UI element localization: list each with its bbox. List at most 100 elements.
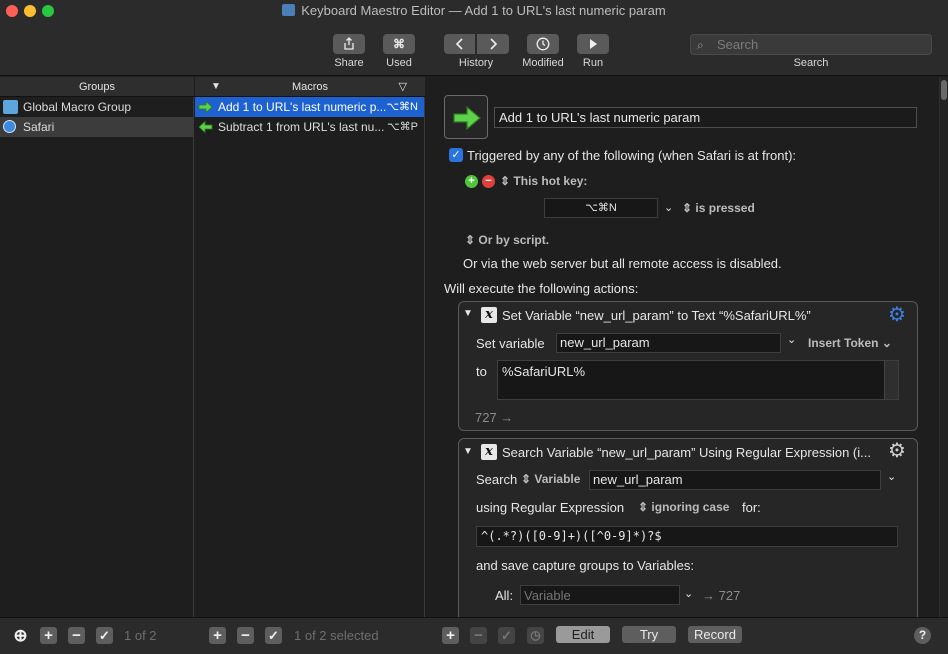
action2-title: Search Variable “new_url_param” Using Re… xyxy=(502,445,871,460)
macro-icon-well[interactable] xyxy=(444,95,488,139)
updown-chevron-icon: ⇕ xyxy=(521,472,532,486)
action2-footer: → 727 xyxy=(702,588,741,603)
app-document-icon xyxy=(282,4,296,16)
add-trigger-button[interactable]: + xyxy=(465,175,478,188)
updown-chevron-icon: ⇕ xyxy=(682,201,693,215)
crosshair-gear-icon[interactable]: ⊕ xyxy=(12,627,29,644)
all-variable-field[interactable] xyxy=(520,585,680,605)
remove-group-button[interactable]: − xyxy=(68,627,85,644)
regex-field[interactable]: ^(.*?)([0-9]+)([^0-9]*)?$ xyxy=(476,526,898,547)
trigger-checkbox[interactable]: ✓ xyxy=(449,148,463,162)
remove-macro-button[interactable]: − xyxy=(237,627,254,644)
search-variable-name-field[interactable]: new_url_param xyxy=(589,470,881,490)
right-arrow-icon xyxy=(198,100,213,114)
all-label: All: xyxy=(495,588,514,603)
help-button[interactable]: ? xyxy=(914,627,931,644)
search-icon: ⌕ xyxy=(697,38,704,52)
macros-list: Add 1 to URL's last numeric p... ⌥⌘N Sub… xyxy=(195,97,425,617)
hotkey-state-label: is pressed xyxy=(695,201,755,215)
disclosure-triangle-icon[interactable]: ▼ xyxy=(463,308,473,319)
add-group-button[interactable]: + xyxy=(40,627,57,644)
history-forward-button[interactable] xyxy=(477,34,509,54)
right-arrow-icon xyxy=(453,105,481,131)
used-button[interactable]: ⌘ xyxy=(383,34,415,54)
window-title: Keyboard Maestro Editor — Add 1 to URL's… xyxy=(0,3,948,18)
macros-header: ▼ Macros ▽ xyxy=(195,77,425,97)
action1-footer: 727 → xyxy=(475,410,514,425)
hotkey-state-popup[interactable]: ⇕ is pressed xyxy=(682,201,755,215)
save-groups-label: and save capture groups to Variables: xyxy=(476,558,695,573)
edit-button[interactable]: Edit xyxy=(556,626,610,643)
chevron-down-icon[interactable]: ⌄ xyxy=(787,333,796,346)
record-button[interactable]: Record xyxy=(688,626,742,643)
modified-button[interactable] xyxy=(527,34,559,54)
editor-scrollbar[interactable] xyxy=(939,77,948,617)
share-icon xyxy=(344,37,354,50)
enable-action-checkbox[interactable]: ✓ xyxy=(498,627,515,644)
history-back-button[interactable] xyxy=(444,34,475,54)
chevron-down-icon: ⌄ xyxy=(881,336,892,350)
clock-icon[interactable]: ◷ xyxy=(527,627,544,644)
or-by-script-popup[interactable]: ⇕ Or by script. xyxy=(465,233,549,247)
group-item-label: Global Macro Group xyxy=(23,100,132,114)
chevron-left-icon xyxy=(455,38,463,50)
variable-type-popup[interactable]: ⇕ Variable xyxy=(521,472,580,486)
macro-shortcut: ⌥⌘N xyxy=(386,101,418,113)
used-label: Used xyxy=(386,57,412,69)
macro-name-field[interactable]: Add 1 to URL's last numeric param xyxy=(494,107,917,128)
add-macro-button[interactable]: + xyxy=(209,627,226,644)
macro-item-add[interactable]: Add 1 to URL's last numeric p... ⌥⌘N xyxy=(195,97,424,117)
or-by-script-label: Or by script. xyxy=(478,233,550,247)
to-text-area[interactable]: %SafariURL% xyxy=(497,360,899,400)
macro-shortcut: ⌥⌘P xyxy=(386,121,418,133)
disclosure-triangle-icon[interactable]: ▼ xyxy=(463,446,473,457)
filter-triangle-icon[interactable]: ▽ xyxy=(399,77,407,97)
chevron-down-icon[interactable]: ⌄ xyxy=(887,470,896,483)
play-icon xyxy=(590,39,597,49)
action1-title: Set Variable “new_url_param” to Text “%S… xyxy=(502,308,811,323)
chevron-down-icon[interactable]: ⌄ xyxy=(684,587,693,600)
search-field[interactable]: ⌕ xyxy=(690,34,932,55)
window-title-text: Keyboard Maestro Editor — Add 1 to URL's… xyxy=(301,3,666,18)
group-item-global[interactable]: Global Macro Group xyxy=(0,97,193,117)
hotkey-type-popup[interactable]: ⇕ This hot key: xyxy=(500,174,587,188)
updown-chevron-icon: ⇕ xyxy=(465,233,476,247)
remove-action-button[interactable]: − xyxy=(470,627,487,644)
insert-token-menu[interactable]: Insert Token ⌄ xyxy=(808,336,892,350)
set-variable-label: Set variable xyxy=(476,336,545,351)
set-variable-name-field[interactable]: new_url_param xyxy=(556,333,781,353)
enable-group-checkbox[interactable]: ✓ xyxy=(96,627,113,644)
macro-item-label: Subtract 1 from URL's last nu... xyxy=(218,120,385,134)
search-label: Search xyxy=(793,57,829,69)
variable-x-icon: x xyxy=(481,307,497,323)
try-button[interactable]: Try xyxy=(622,626,676,643)
groups-list: Global Macro Group Safari xyxy=(0,97,194,617)
sort-triangle-icon[interactable]: ▼ xyxy=(211,77,221,97)
updown-chevron-icon: ⇕ xyxy=(638,500,649,514)
remove-trigger-button[interactable]: − xyxy=(482,175,495,188)
text-area-scrollbar[interactable] xyxy=(884,361,898,399)
editor-scrollthumb[interactable] xyxy=(941,80,947,100)
macros-count: 1 of 2 selected xyxy=(294,628,379,643)
variable-type-label: Variable xyxy=(534,472,581,486)
gear-icon[interactable]: ⚙ xyxy=(888,305,906,325)
chevron-down-icon[interactable]: ⌄ xyxy=(664,201,673,214)
search-input[interactable] xyxy=(717,36,927,53)
run-button[interactable] xyxy=(577,34,609,54)
case-sensitivity-popup[interactable]: ⇕ ignoring case xyxy=(638,500,729,514)
macro-item-subtract[interactable]: Subtract 1 from URL's last nu... ⌥⌘P xyxy=(195,117,424,137)
search-label: Search xyxy=(476,472,518,487)
hotkey-field[interactable]: ⌥⌘N xyxy=(544,198,658,218)
share-button[interactable] xyxy=(333,34,365,54)
history-label: History xyxy=(458,57,494,69)
group-item-label: Safari xyxy=(23,120,55,134)
group-item-safari[interactable]: Safari xyxy=(0,117,193,137)
left-arrow-icon xyxy=(198,120,213,134)
enable-macro-checkbox[interactable]: ✓ xyxy=(265,627,282,644)
add-action-button[interactable]: + xyxy=(442,627,459,644)
clock-icon xyxy=(536,37,550,51)
gear-icon[interactable]: ⚙ xyxy=(888,441,906,461)
groups-count: 1 of 2 xyxy=(124,628,157,643)
folder-icon xyxy=(3,100,18,114)
web-server-text: Or via the web server but all remote acc… xyxy=(463,256,782,271)
